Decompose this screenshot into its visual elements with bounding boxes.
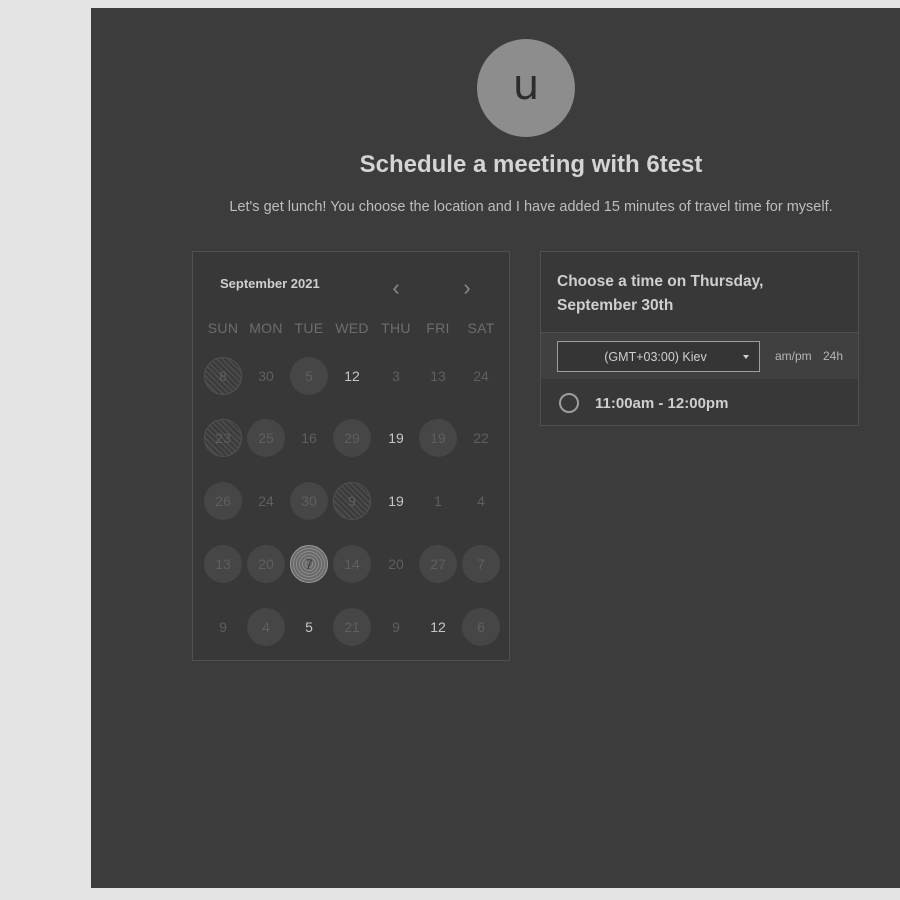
calendar-day: 9 (219, 619, 227, 635)
caret-down-icon (743, 354, 749, 359)
calendar-day[interactable]: 20 (247, 545, 285, 583)
chevron-right-icon[interactable]: › (457, 275, 477, 300)
calendar-day: 30 (258, 368, 274, 384)
calendar-day[interactable]: 21 (333, 608, 371, 646)
calendar-day[interactable]: 19 (377, 419, 415, 457)
weekday-header: THU (381, 320, 411, 336)
format-24h-toggle[interactable]: 24h (823, 349, 843, 363)
calendar-day[interactable]: 26 (204, 482, 242, 520)
calendar-day[interactable]: 29 (333, 419, 371, 457)
weekday-header: FRI (426, 320, 450, 336)
calendar-day[interactable]: 25 (247, 419, 285, 457)
calendar-day[interactable]: 23 (204, 419, 242, 457)
calendar-day: 3 (392, 368, 400, 384)
radio-button[interactable] (559, 393, 579, 413)
time-picker-heading: Choose a time on Thursday, September 30t… (557, 273, 764, 314)
calendar-month-label: September 2021 (220, 276, 320, 291)
time-picker: Choose a time on Thursday, September 30t… (540, 251, 859, 426)
calendar-day: 16 (301, 430, 317, 446)
calendar-day[interactable]: 7 (462, 545, 500, 583)
calendar-day: 24 (473, 368, 489, 384)
timezone-select[interactable]: (GMT+03:00) Kiev (557, 341, 760, 372)
calendar-day[interactable]: 19 (377, 482, 415, 520)
calendar-day: 24 (258, 493, 274, 509)
timezone-value: (GMT+03:00) Kiev (604, 349, 707, 364)
time-slot-label: 11:00am - 12:00pm (595, 394, 729, 412)
calendar-day: 4 (477, 493, 485, 509)
calendar-day: 20 (388, 556, 404, 572)
calendar-day[interactable]: 9 (333, 482, 371, 520)
calendar-day[interactable]: 27 (419, 545, 457, 583)
calendar-day-selected[interactable]: 7 (290, 545, 328, 583)
avatar-initial: u (512, 60, 540, 109)
calendar-day[interactable]: 30 (290, 482, 328, 520)
calendar-day[interactable]: 12 (333, 357, 371, 395)
calendar-day[interactable]: 8 (204, 357, 242, 395)
meeting-description: Let's get lunch! You choose the location… (229, 199, 833, 215)
calendar-day: 1 (434, 493, 442, 509)
weekday-header: SAT (467, 320, 495, 336)
calendar: September 2021 ‹ › SUN MON TUE WED THU FRI SAT… (192, 251, 510, 661)
format-ampm-toggle[interactable]: am/pm (775, 349, 812, 363)
calendar-day[interactable]: 4 (247, 608, 285, 646)
calendar-day: 22 (473, 430, 489, 446)
weekday-header: SUN (207, 320, 239, 336)
calendar-day: 9 (392, 619, 400, 635)
time-slot[interactable]: 11:00am - 12:00pm (559, 390, 728, 416)
chevron-left-icon[interactable]: ‹ (386, 275, 406, 300)
calendar-day[interactable]: 5 (290, 608, 328, 646)
calendar-day[interactable]: 12 (419, 608, 457, 646)
calendar-day[interactable]: 14 (333, 545, 371, 583)
calendar-day[interactable]: 6 (462, 608, 500, 646)
calendar-day[interactable]: 19 (419, 419, 457, 457)
page-title: Schedule a meeting with 6test (359, 151, 703, 178)
calendar-day: 13 (430, 368, 446, 384)
weekday-header: MON (249, 320, 283, 336)
weekday-header: WED (335, 320, 369, 336)
host-avatar: u (477, 39, 575, 137)
calendar-day[interactable]: 5 (290, 357, 328, 395)
calendar-day[interactable]: 13 (204, 545, 242, 583)
weekday-header: TUE (294, 320, 324, 336)
